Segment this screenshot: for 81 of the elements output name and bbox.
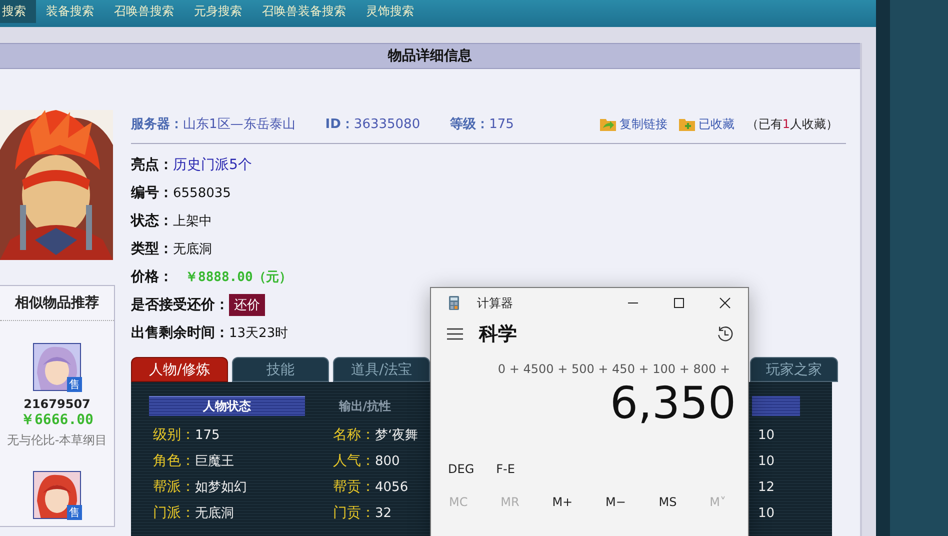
field-value: 上架中: [173, 213, 212, 230]
mode-title: 科学: [479, 322, 517, 347]
field-label: 类型：: [131, 240, 173, 258]
stat-label: 门派：: [153, 505, 195, 521]
field-label: 状态：: [131, 212, 173, 230]
field-label: 亮点：: [131, 156, 173, 174]
calculator-icon: [449, 296, 459, 310]
stat-value: 巨魔王: [195, 454, 234, 469]
tab[interactable]: 技能: [232, 357, 329, 382]
item-name: 无与伦比-本草纲目: [6, 432, 108, 449]
stat-label: 名称：: [333, 427, 375, 443]
close-icon: [719, 297, 731, 309]
stat-value: 12: [758, 480, 775, 494]
memory-button[interactable]: M−: [605, 495, 626, 509]
tab[interactable]: 人物/修炼: [131, 357, 228, 382]
subtab[interactable]: 人物状态: [149, 396, 305, 416]
stat-label: 级别：: [153, 427, 195, 443]
copy-link[interactable]: 复制链接: [619, 116, 668, 132]
stat-label: 角色：: [153, 453, 195, 469]
stat-value: 梦‘夜舞: [375, 428, 418, 443]
nav-link[interactable]: 召唤兽搜索: [104, 0, 184, 23]
stat-value: 无底洞: [195, 506, 234, 521]
stat-value: 如梦如幻: [195, 480, 247, 495]
panel-title: 物品详细信息: [0, 43, 860, 69]
field-label: 价格：: [131, 268, 173, 286]
field-value: 6558035: [173, 186, 231, 200]
favorite-count-note: （已有1人收藏）: [746, 116, 838, 132]
maximize-icon: [673, 297, 685, 309]
stat-label: 帮贡：: [333, 479, 375, 495]
server-value: 山东1区—东岳泰山: [183, 116, 296, 133]
tab[interactable]: 道具/法宝: [333, 357, 430, 382]
level-label: 等级：: [450, 116, 490, 133]
stat-value: 10: [758, 506, 775, 520]
price-value: ￥8888.00（元）: [185, 269, 292, 286]
stat-value: 800: [375, 454, 400, 469]
favorited-link[interactable]: 已收藏: [698, 116, 734, 132]
field-label: 编号：: [131, 184, 173, 202]
window-title: 计算器: [477, 294, 513, 312]
stat-value: 175: [195, 428, 220, 443]
subtab[interactable]: 输出/抗性: [305, 396, 425, 416]
tab[interactable]: 玩家之家: [750, 357, 838, 382]
stat-value: 10: [758, 428, 775, 442]
nav-link[interactable]: 装备搜索: [36, 0, 104, 23]
folder-plus-icon: [679, 117, 696, 131]
stat-value: 10: [758, 454, 775, 468]
menu-icon: [447, 328, 463, 340]
item-number: 21679507: [24, 397, 90, 411]
nav-link[interactable]: 搜索: [0, 0, 36, 23]
stat-label: 门贡：: [333, 505, 375, 521]
mode-option-button[interactable]: DEG: [448, 462, 474, 476]
result-display: 6,350: [609, 378, 737, 430]
item-price: ￥6666.00: [20, 411, 94, 429]
stat-label: 帮派：: [153, 479, 195, 495]
level-value: 175: [489, 116, 514, 132]
nav-link[interactable]: 召唤兽装备搜索: [252, 0, 356, 23]
history-icon: [716, 325, 734, 343]
id-value: 36335080: [354, 116, 420, 132]
history-button[interactable]: [716, 325, 734, 343]
memory-button[interactable]: M+: [552, 495, 573, 509]
section-title: 相似物品推荐: [0, 286, 114, 321]
stat-value: 4056: [375, 480, 408, 495]
expression-text: 0 + 4500 + 500 + 450 + 100 + 800 +: [496, 362, 731, 376]
field-value: 13天23时: [229, 325, 288, 342]
id-label: ID：: [325, 116, 354, 133]
counter-offer-button[interactable]: 还价: [229, 294, 265, 316]
sale-badge: 售: [67, 377, 82, 392]
field-value: 无底洞: [173, 241, 212, 258]
menu-button[interactable]: [447, 328, 463, 340]
highlight-link[interactable]: 历史门派5个: [173, 156, 252, 174]
nav-link[interactable]: 灵饰搜索: [356, 0, 424, 23]
stat-label: 人气：: [333, 453, 375, 469]
field-label: 出售剩余时间：: [131, 324, 229, 342]
folder-arrow-icon: [600, 117, 616, 131]
mode-option-button[interactable]: F-E: [496, 462, 515, 476]
nav-link[interactable]: 元身搜索: [184, 0, 252, 23]
field-label: 是否接受还价：: [131, 296, 229, 314]
stat-value: 32: [375, 506, 392, 521]
memory-button[interactable]: MS: [658, 495, 677, 509]
server-label: 服务器：: [131, 116, 183, 133]
sale-badge: 售: [67, 505, 82, 520]
subtab-bar: [752, 396, 800, 416]
